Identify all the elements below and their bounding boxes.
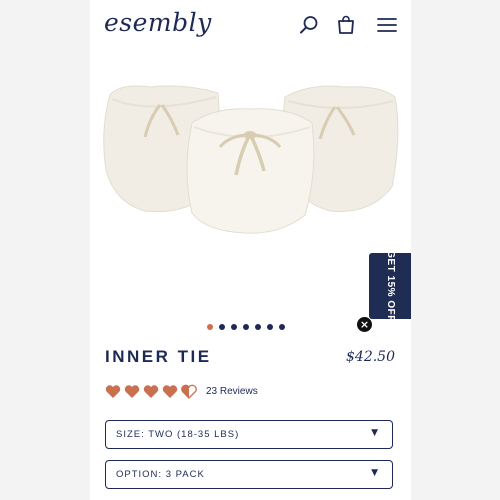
triangle-down-icon: ▼ (371, 428, 378, 438)
carousel-dot[interactable] (219, 324, 225, 330)
product-title: INNER TIE (105, 347, 212, 366)
site-header: esembly (90, 0, 411, 50)
heart-icon (162, 384, 178, 399)
carousel-dots (207, 324, 285, 332)
half-heart-icon (181, 384, 197, 399)
heart-icon (124, 384, 140, 399)
brand-logo[interactable]: esembly (104, 8, 212, 37)
carousel-dot[interactable] (255, 324, 261, 330)
carousel-dot[interactable] (231, 324, 237, 330)
option-select[interactable]: OPTION: 3 PACK ▼ (105, 460, 393, 489)
heart-icon (105, 384, 121, 399)
close-icon[interactable]: × (357, 317, 372, 332)
product-price: $42.50 (346, 349, 395, 365)
size-select-value: SIZE: TWO (18-35 LBS) (116, 429, 240, 440)
triangle-down-icon: ▼ (371, 468, 378, 478)
reviews-link[interactable]: 23 Reviews (206, 386, 258, 397)
carousel-dot[interactable] (279, 324, 285, 330)
diaper-center-image (186, 108, 315, 234)
rating-row[interactable]: 23 Reviews (105, 384, 258, 399)
hamburger-menu-icon[interactable] (376, 14, 398, 36)
option-select-value: OPTION: 3 PACK (116, 469, 205, 480)
discount-tab-label: GET 15% OFF (385, 250, 396, 322)
discount-tab[interactable]: GET 15% OFF (369, 250, 411, 322)
product-page: esembly GET 15% OFF × INNER TIE $42.50 2… (90, 0, 411, 500)
product-image[interactable] (90, 75, 411, 245)
size-select[interactable]: SIZE: TWO (18-35 LBS) ▼ (105, 420, 393, 449)
carousel-dot[interactable] (243, 324, 249, 330)
bag-icon[interactable] (335, 14, 357, 36)
carousel-dot[interactable] (207, 324, 213, 330)
carousel-dot[interactable] (267, 324, 273, 330)
search-icon[interactable] (298, 14, 320, 36)
heart-icon (143, 384, 159, 399)
